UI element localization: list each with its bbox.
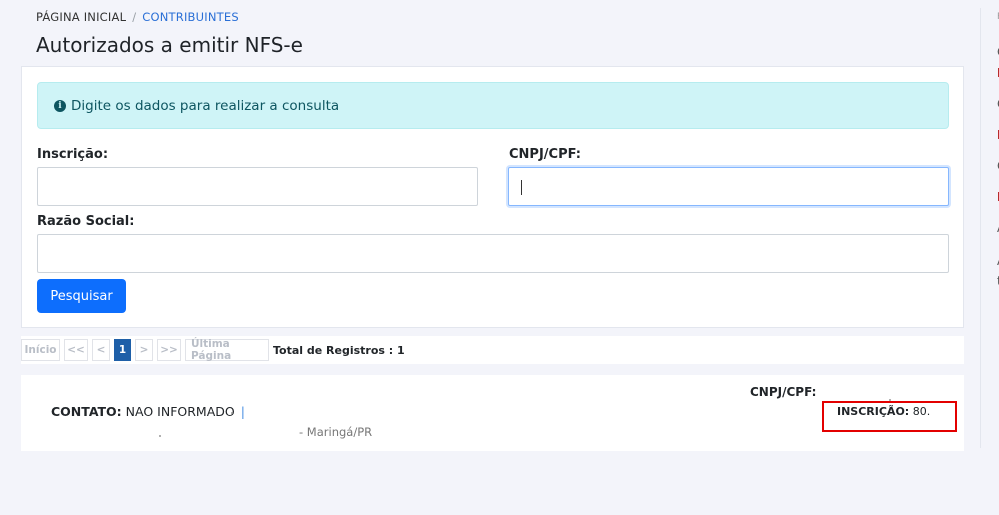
info-alert-text: Digite os dados para realizar a consulta	[71, 97, 340, 114]
result-card: CNPJ/CPF: CONTATO: NAO INFORMADO | - Mar…	[21, 375, 964, 451]
total-records: Total de Registros : 1	[273, 343, 405, 357]
result-contact-value: NAO INFORMADO	[125, 404, 235, 419]
result-cnpj-label: CNPJ/CPF:	[750, 385, 817, 399]
breadcrumb-current[interactable]: CONTRIBUINTES	[142, 10, 239, 24]
cnpj-label: CNPJ/CPF:	[509, 147, 581, 162]
breadcrumb-separator: /	[132, 10, 137, 24]
result-contact: CONTATO: NAO INFORMADO |	[51, 404, 245, 419]
highlight-box	[822, 401, 957, 432]
result-contact-label: CONTATO:	[51, 404, 122, 419]
redaction-dot	[159, 435, 161, 437]
breadcrumb: PÁGINA INICIAL / CONTRIBUINTES	[36, 10, 239, 24]
page-first-button[interactable]: Início	[21, 339, 60, 361]
text-cursor	[521, 180, 522, 195]
razao-social-label: Razão Social:	[37, 214, 135, 229]
info-icon: i	[54, 99, 66, 112]
page-title: Autorizados a emitir NFS-e	[36, 33, 303, 57]
search-button[interactable]: Pesquisar	[37, 279, 126, 313]
page-prev-prev-button[interactable]: <<	[64, 339, 88, 361]
page-next-next-button[interactable]: >>	[157, 339, 181, 361]
page-prev-button[interactable]: <	[92, 339, 110, 361]
inscricao-input[interactable]	[37, 167, 478, 206]
pagination: Início << < 1 > >> Última Página Total d…	[21, 336, 964, 364]
razao-social-input[interactable]	[37, 234, 949, 273]
redaction-dot	[231, 412, 233, 414]
info-alert: i Digite os dados para realizar a consul…	[37, 82, 949, 129]
page-last-button[interactable]: Última Página	[185, 338, 269, 362]
search-form-card: i Digite os dados para realizar a consul…	[21, 66, 964, 328]
right-sidebar: F C E C E C E A A t	[980, 8, 999, 448]
cnpj-input[interactable]	[508, 167, 949, 206]
result-separator: |	[240, 404, 245, 419]
result-city: - Maringá/PR	[299, 425, 373, 439]
page-next-button[interactable]: >	[135, 339, 153, 361]
page-number-button[interactable]: 1	[114, 339, 131, 361]
breadcrumb-home[interactable]: PÁGINA INICIAL	[36, 10, 126, 24]
inscricao-label: Inscrição:	[37, 147, 109, 162]
